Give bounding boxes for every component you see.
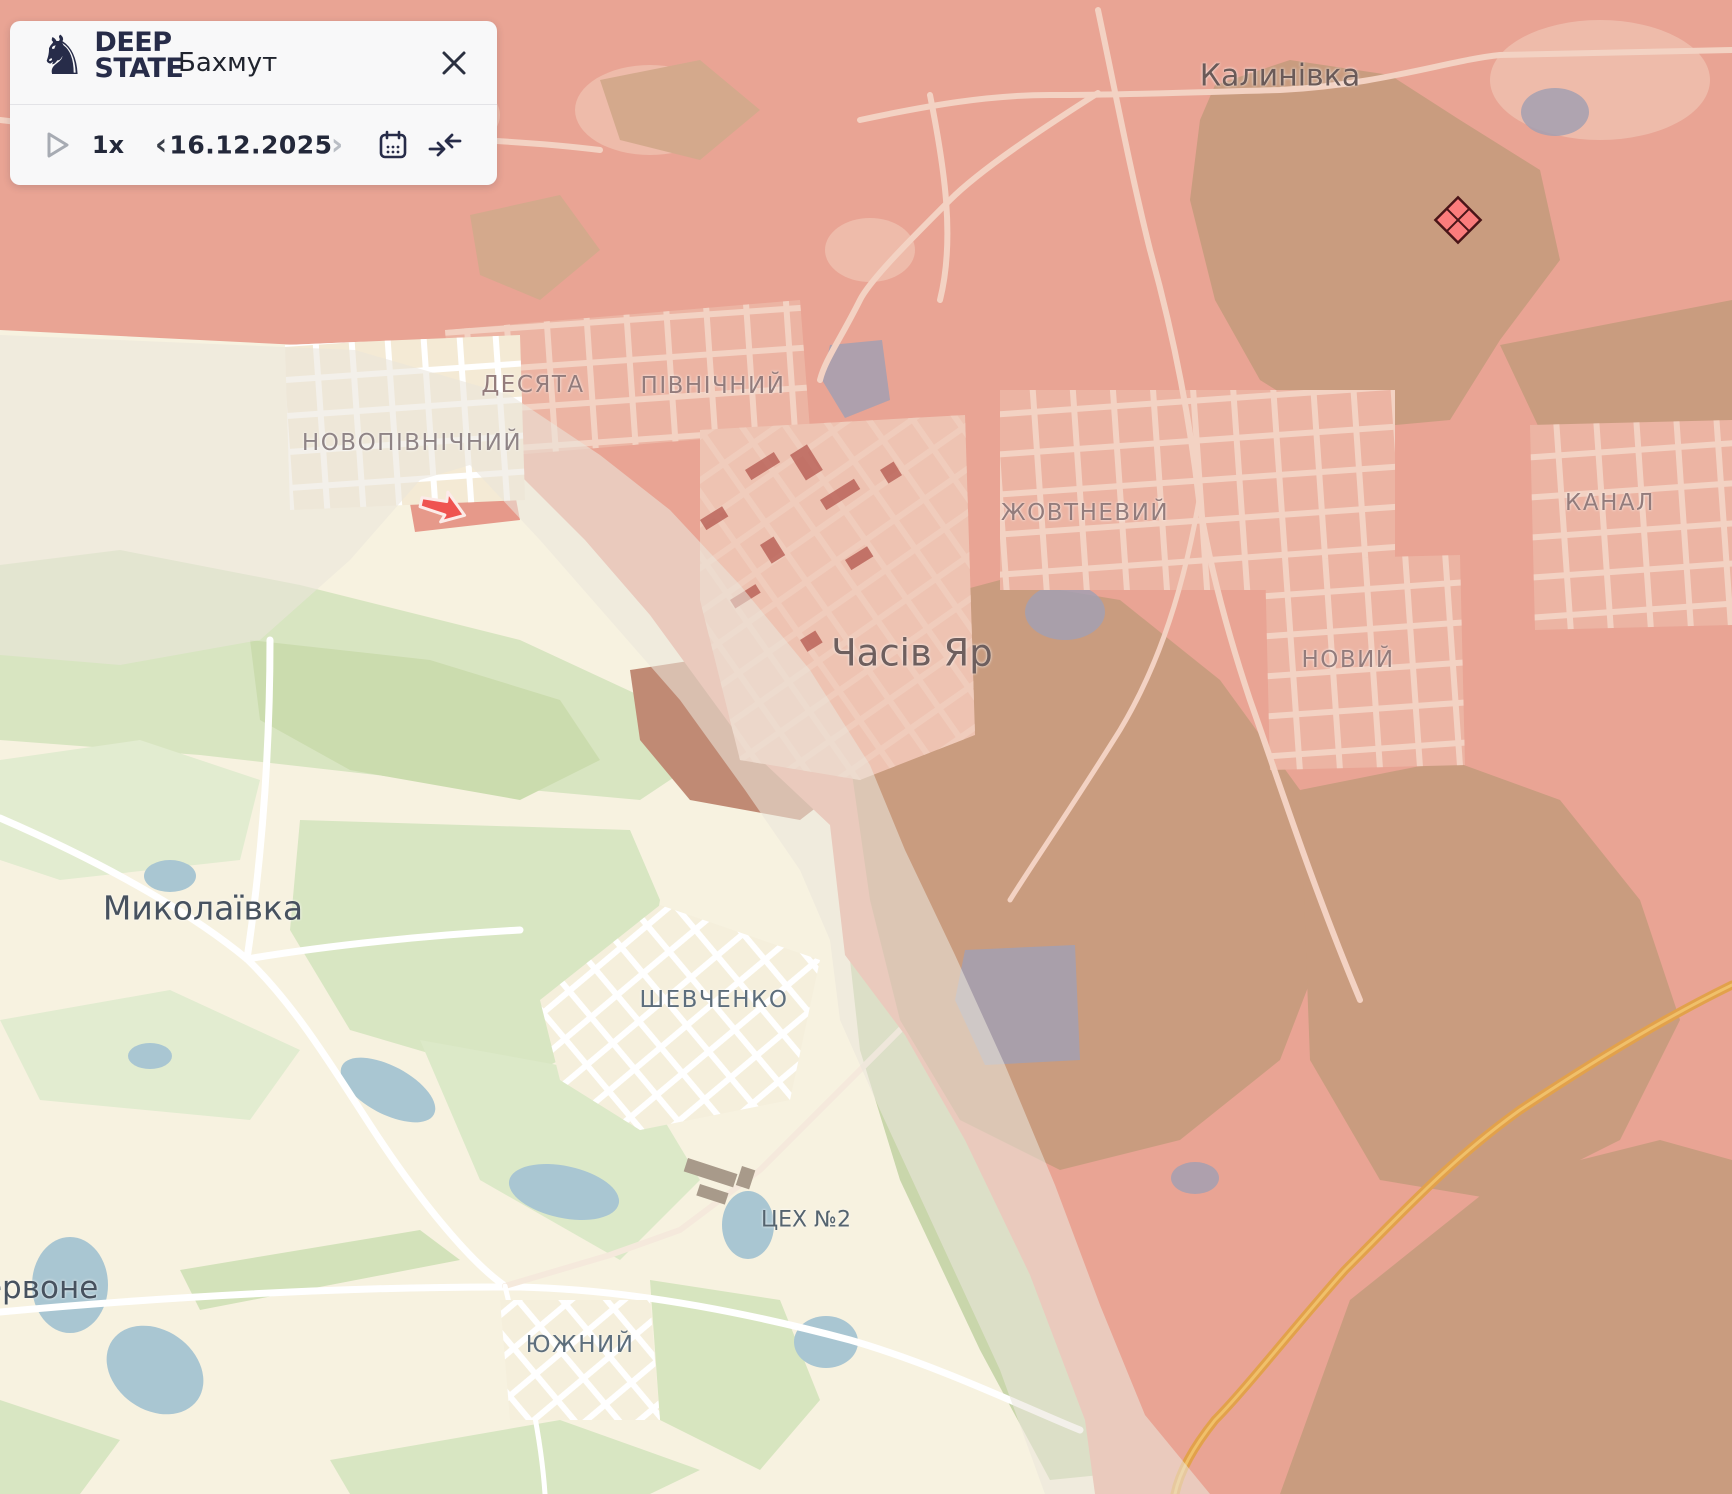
deepstate-map-view[interactable]: КалинівкаДЕСЯТАПІВНІЧНИЙНОВОПІВНІЧНИЙЖОВ… (0, 0, 1732, 1494)
brand-wordmark: DEEP STATE (94, 30, 183, 83)
prev-date-icon[interactable]: ‹ (155, 128, 167, 163)
street-grid-yuzhny (500, 1300, 660, 1420)
deepstate-logo[interactable]: ♞ DEEP STATE (38, 29, 183, 83)
play-icon[interactable] (45, 131, 71, 159)
timeline-control-panel: ♞ DEEP STATE Бахмут 1x ‹ (10, 21, 497, 185)
jump-to-latest-icon[interactable] (428, 130, 462, 160)
map-canvas[interactable] (0, 0, 1732, 1494)
location-title: Бахмут (178, 48, 277, 78)
close-icon[interactable] (437, 46, 471, 80)
next-date-icon[interactable]: › (331, 128, 343, 163)
calendar-icon[interactable] (378, 130, 408, 160)
panel-header-row: ♞ DEEP STATE Бахмут (10, 21, 497, 104)
street-grid-kanal (1530, 420, 1732, 630)
playback-speed[interactable]: 1x (92, 131, 124, 159)
street-grid-novyi (1265, 555, 1465, 770)
date-display[interactable]: 16.12.2025 (169, 131, 332, 160)
knight-logo-icon: ♞ (38, 29, 86, 83)
brand-line2: STATE (94, 56, 183, 82)
panel-timeline-row: 1x ‹ 16.12.2025 › (10, 105, 497, 185)
